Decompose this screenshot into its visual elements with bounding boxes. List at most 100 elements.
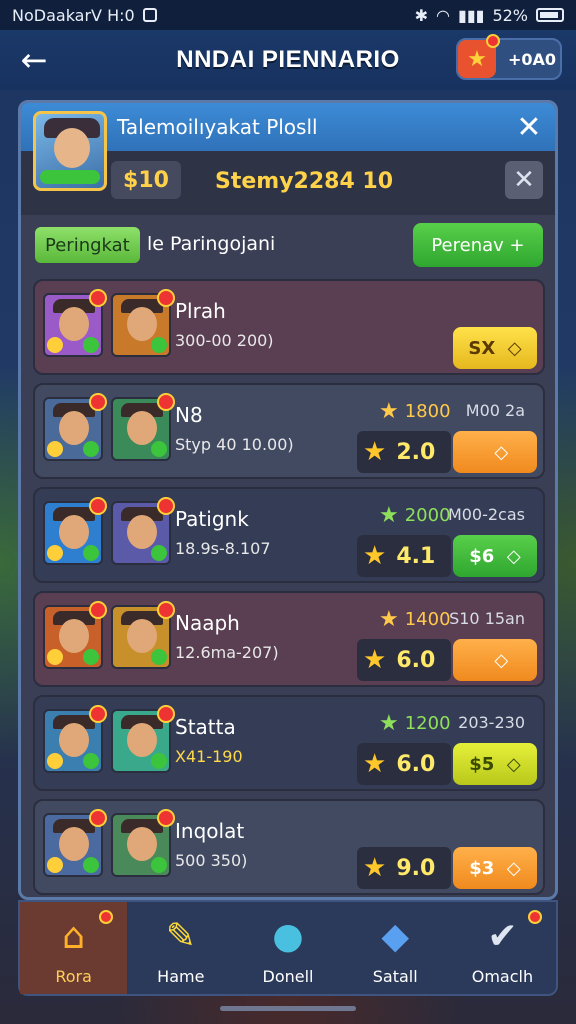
avatar-face (127, 827, 157, 861)
tab-peringkat[interactable]: Peringkat (35, 227, 140, 263)
score-box: ★ 4.1 (357, 535, 451, 577)
row-meta: M00 2a (465, 401, 525, 420)
check-icon (83, 441, 99, 457)
dismiss-button[interactable]: ✕ (505, 161, 543, 199)
ranking-row[interactable]: Patignk 18.9s-8.107 ★ 2000 M00-2cas ★ 4.1 $6 ◇ (33, 487, 545, 583)
alert-dot (89, 289, 107, 307)
bottom-nav: ⌂ Rora ✎ Hame ● Donell ◆ Satall ✔ Omaclh (18, 900, 558, 996)
hero-avatar (111, 809, 175, 877)
ranking-panel: Talemoilıyakat Plosll ✕ $10 Stemy2284 10… (18, 100, 558, 900)
row-meta: M00-2cas (447, 505, 525, 524)
stat-value: 1200 (404, 713, 451, 734)
coin-icon (47, 753, 63, 769)
battery-percent: 52% (492, 5, 528, 25)
stat-value: 2000 (404, 505, 451, 526)
score-value: 9.0 (396, 855, 436, 881)
star-icon: ★ (363, 749, 387, 779)
avatar-face (127, 515, 157, 549)
notification-dot (486, 34, 500, 48)
star-icon: ★ (363, 541, 387, 571)
check-icon (83, 337, 99, 353)
score-value: 6.0 (396, 647, 436, 673)
coin-icon (47, 545, 63, 561)
row-meta: S10 15an (449, 609, 525, 628)
ranking-row[interactable]: Inqolat 500 350) ★ 9.0 $3 ◇ (33, 799, 545, 895)
status-left-text: NoDaakarV H:0 (12, 5, 135, 25)
row-stat: ★ 1800 (379, 399, 451, 424)
row-detail: 500 350) (175, 851, 248, 870)
hero-avatar (43, 601, 107, 669)
wifi-icon: ◠ (436, 5, 451, 25)
nav-item-rora[interactable]: ⌂ Rora (20, 902, 128, 994)
row-stat: ★ 2000 (379, 503, 451, 528)
row-detail: X41-190 (175, 747, 243, 766)
alert-dot (89, 393, 107, 411)
gem-icon: ◇ (494, 441, 509, 463)
row-name: Patignk (175, 507, 249, 531)
ranking-list: Plrah 300-00 200) SX ◇ N8 Styp 40 10.00) ★ 180… (33, 279, 545, 897)
score-box: ★ 6.0 (357, 639, 451, 681)
ranking-row[interactable]: N8 Styp 40 10.00) ★ 1800 M00 2a ★ 2.0 ◇ (33, 383, 545, 479)
notification-icon (142, 8, 157, 22)
row-detail: 18.9s-8.107 (175, 539, 271, 558)
avatar-face (59, 619, 89, 653)
star-icon: ★ (379, 711, 399, 736)
row-action-button[interactable]: $3 ◇ (453, 847, 537, 889)
plus-icon: + (509, 234, 525, 256)
row-detail: Styp 40 10.00) (175, 435, 294, 454)
status-bar: NoDaakarV H:0 ✱ ◠ ▮▮▮ 52% (0, 0, 576, 30)
avatar-face (127, 723, 157, 757)
ranking-row[interactable]: Statta X41-190 ★ 1200 203-230 ★ 6.0 $5 ◇ (33, 695, 545, 791)
back-arrow-icon[interactable]: ← (12, 38, 56, 82)
alert-dot (157, 809, 175, 827)
row-action-button[interactable]: ◇ (453, 431, 537, 473)
row-action-button[interactable]: $6 ◇ (453, 535, 537, 577)
nav-item-omaclh[interactable]: ✔ Omaclh (449, 902, 556, 994)
row-action-button[interactable]: $5 ◇ (453, 743, 537, 785)
row-action-button[interactable]: SX ◇ (453, 327, 537, 369)
bluetooth-icon: ✱ (414, 5, 429, 25)
action-label: $5 (469, 753, 495, 775)
hero-avatar (43, 393, 107, 461)
alert-dot (89, 705, 107, 723)
ranking-row[interactable]: Plrah 300-00 200) SX ◇ (33, 279, 545, 375)
avatar-face (127, 619, 157, 653)
score-value: 4.1 (396, 543, 436, 569)
hero-avatar (111, 289, 175, 357)
nav-label: Satall (372, 967, 418, 986)
action-label: $6 (469, 545, 495, 567)
avatar-face (127, 411, 157, 445)
nav-item-satall[interactable]: ◆ Satall (342, 902, 449, 994)
row-action-button[interactable]: ◇ (453, 639, 537, 681)
row-name: Inqolat (175, 819, 245, 843)
row-stat: ★ 1400 (379, 607, 451, 632)
row-stat: ★ 1200 (379, 711, 451, 736)
nav-label: Hame (157, 967, 205, 986)
check-icon (151, 857, 167, 873)
check-icon (83, 857, 99, 873)
hero-avatar (43, 705, 107, 773)
gem-icon: ◇ (506, 857, 521, 879)
coin-icon (47, 857, 63, 873)
perenav-button[interactable]: Perenav + (413, 223, 543, 267)
alert-dot (157, 497, 175, 515)
home-indicator (220, 1006, 356, 1011)
alert-dot (89, 497, 107, 515)
ranking-row[interactable]: Naaph 12.6ma-207) ★ 1400 S10 15an ★ 6.0 ◇ (33, 591, 545, 687)
nav-item-hame[interactable]: ✎ Hame (127, 902, 234, 994)
gem-icon: ◇ (507, 337, 522, 359)
nav-label: Omaclh (471, 967, 534, 986)
coin-icon (47, 649, 63, 665)
reward-badge[interactable]: ★ +0A0 (456, 34, 562, 80)
nav-label: Donell (262, 967, 314, 986)
action-label: $3 (469, 857, 495, 879)
gem-icon: ◇ (494, 649, 509, 671)
close-icon[interactable]: ✕ (509, 107, 549, 147)
row-name: N8 (175, 403, 203, 427)
hero-avatar (43, 497, 107, 565)
check-icon (151, 337, 167, 353)
star-icon: ★ (379, 607, 399, 632)
coin-icon (47, 441, 63, 457)
tab-paringojani[interactable]: le Paringojani (147, 233, 275, 255)
nav-item-donell[interactable]: ● Donell (234, 902, 341, 994)
